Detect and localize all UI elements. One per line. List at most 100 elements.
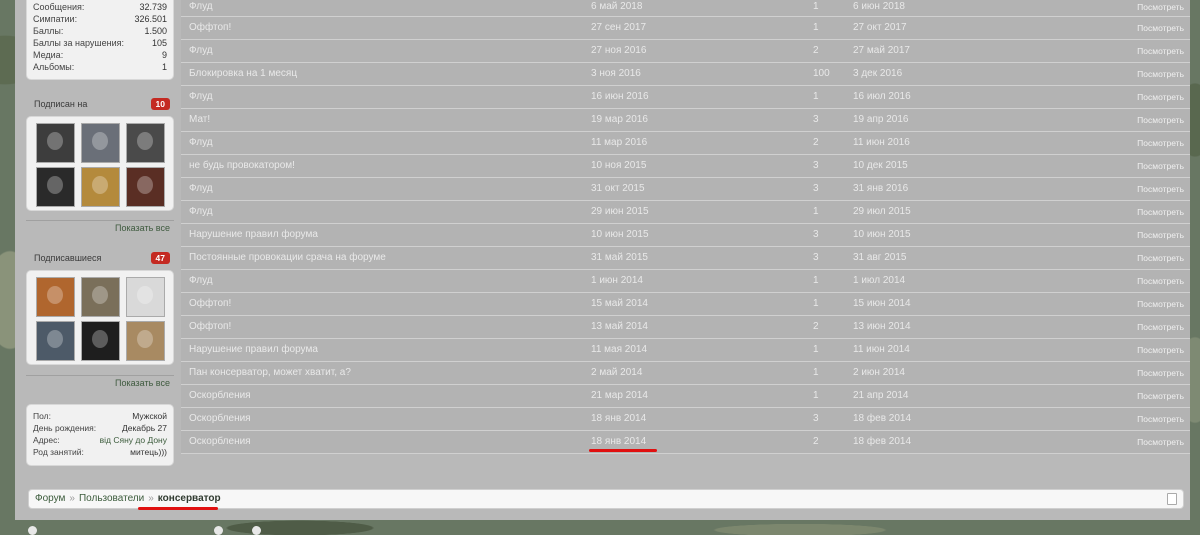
view-warning-link[interactable]: Посмотреть [1137,40,1184,62]
warning-reason: Нарушение правил форума [189,229,318,240]
info-value: митець))) [130,447,167,457]
warning-points: 2 [813,436,819,447]
view-warning-link[interactable]: Посмотреть [1137,178,1184,200]
gear-icon[interactable] [28,526,37,535]
home-icon[interactable] [214,526,223,535]
warning-date: 27 сен 2017 [591,22,647,33]
warning-date: 18 янв 2014 [591,413,647,424]
view-warning-link[interactable]: Посмотреть [1137,339,1184,361]
page-icon[interactable] [1167,493,1177,505]
view-warning-link[interactable]: Посмотреть [1137,63,1184,85]
following-show-all-link[interactable]: Показать все [26,220,174,234]
warning-reason: Флуд [189,1,213,12]
table-row: Флуд 16 июн 2016 1 16 июл 2016 Посмотреть [181,86,1190,109]
avatar[interactable] [35,321,75,361]
avatar[interactable] [80,277,120,317]
table-row: Флуд 6 май 2018 1 6 июн 2018 Посмотреть [181,0,1190,17]
avatar[interactable] [35,277,75,317]
warning-date: 21 мар 2014 [591,390,648,401]
table-row: Оскорбления 18 янв 2014 3 18 фев 2014 Посмот… [181,408,1190,431]
followers-avatars [26,270,174,365]
warning-expiry: 6 июн 2018 [853,1,905,12]
stat-label: Сообщения: [33,2,85,12]
warning-points: 3 [813,413,819,424]
followers-show-all-link[interactable]: Показать все [26,375,174,389]
avatar[interactable] [125,123,165,163]
warning-points: 3 [813,160,819,171]
view-warning-link[interactable]: Посмотреть [1137,293,1184,315]
warning-reason: Флуд [189,183,213,194]
rss-icon[interactable] [252,526,261,535]
table-row: Блокировка на 1 месяц 3 ноя 2016 100 3 дек … [181,63,1190,86]
info-label: Адрес: [33,435,60,445]
stats-box: Сообщения: 32.739 Симпатии: 326.501 Баллы: 1.… [26,0,174,80]
warning-points: 1 [813,91,819,102]
avatar[interactable] [125,277,165,317]
info-value: Декабрь 27 [122,423,167,433]
view-warning-link[interactable]: Посмотреть [1137,17,1184,39]
avatar[interactable] [35,167,75,207]
stat-value: 105 [151,38,167,48]
view-warning-link[interactable]: Посмотреть [1137,362,1184,384]
avatar[interactable] [80,123,120,163]
warning-expiry: 31 авг 2015 [853,252,907,263]
warning-reason: Оскорбления [189,390,251,401]
stat-row: Альбомы: 1 [33,61,167,73]
breadcrumb-users[interactable]: Пользователи [79,493,144,504]
view-warning-link[interactable]: Посмотреть [1137,431,1184,453]
stat-row: Сообщения: 32.739 [33,1,167,13]
warning-date: 11 мар 2016 [591,137,648,148]
warning-points: 3 [813,229,819,240]
profile-page: Сообщения: 32.739 Симпатии: 326.501 Баллы: 1.… [15,0,1190,520]
warning-reason: Оскорбления [189,413,251,424]
warning-reason: Оффтоп! [189,22,232,33]
view-warning-link[interactable]: Посмотреть [1137,316,1184,338]
warning-expiry: 15 июн 2014 [853,298,911,309]
view-warning-link[interactable]: Посмотреть [1137,0,1184,14]
warning-reason: Оффтоп! [189,298,232,309]
annotation-underline [138,507,218,510]
table-row: Флуд 31 окт 2015 3 31 янв 2016 Посмотреть [181,178,1190,201]
view-warning-link[interactable]: Посмотреть [1137,224,1184,246]
view-warning-link[interactable]: Посмотреть [1137,155,1184,177]
info-value[interactable]: від Сяну до Дону [100,434,167,446]
warning-points: 100 [813,68,830,79]
view-warning-link[interactable]: Посмотреть [1137,270,1184,292]
avatar[interactable] [80,321,120,361]
warning-expiry: 27 май 2017 [853,45,910,56]
warning-points: 1 [813,344,819,355]
stat-value: 1 [161,62,167,72]
following-header: Подписан на 10 [26,96,174,112]
warning-expiry: 27 окт 2017 [853,22,907,33]
view-warning-link[interactable]: Посмотреть [1137,201,1184,223]
followers-header: Подписавшиеся 47 [26,250,174,266]
avatar[interactable] [125,321,165,361]
warning-date: 13 май 2014 [591,321,648,332]
view-warning-link[interactable]: Посмотреть [1137,385,1184,407]
info-label: Род занятий: [33,447,84,457]
view-warning-link[interactable]: Посмотреть [1137,247,1184,269]
stat-label: Медиа: [33,50,64,60]
warning-reason: Оскорбления [189,436,251,447]
view-warning-link[interactable]: Посмотреть [1137,132,1184,154]
avatar[interactable] [80,167,120,207]
breadcrumb-forum[interactable]: Форум [35,493,65,504]
view-warning-link[interactable]: Посмотреть [1137,109,1184,131]
stat-row: Медиа: 9 [33,49,167,61]
warning-points: 2 [813,45,819,56]
annotation-underline [589,449,657,452]
table-row: Мат! 19 мар 2016 3 19 апр 2016 Посмотреть [181,109,1190,132]
warning-reason: Оффтоп! [189,321,232,332]
view-warning-link[interactable]: Посмотреть [1137,86,1184,108]
warning-points: 1 [813,22,819,33]
view-warning-link[interactable]: Посмотреть [1137,408,1184,430]
avatar[interactable] [125,167,165,207]
warning-reason: Флуд [189,137,213,148]
warning-points: 1 [813,206,819,217]
warning-reason: Пан консерватор, может хватит, а? [189,367,351,378]
avatar[interactable] [35,123,75,163]
warning-expiry: 2 июн 2014 [853,367,905,378]
table-row: Оскорбления 21 мар 2014 1 21 апр 2014 Посмот… [181,385,1190,408]
table-row: Флуд 27 ноя 2016 2 27 май 2017 Посмотреть [181,40,1190,63]
stat-value: 32.739 [139,2,167,12]
